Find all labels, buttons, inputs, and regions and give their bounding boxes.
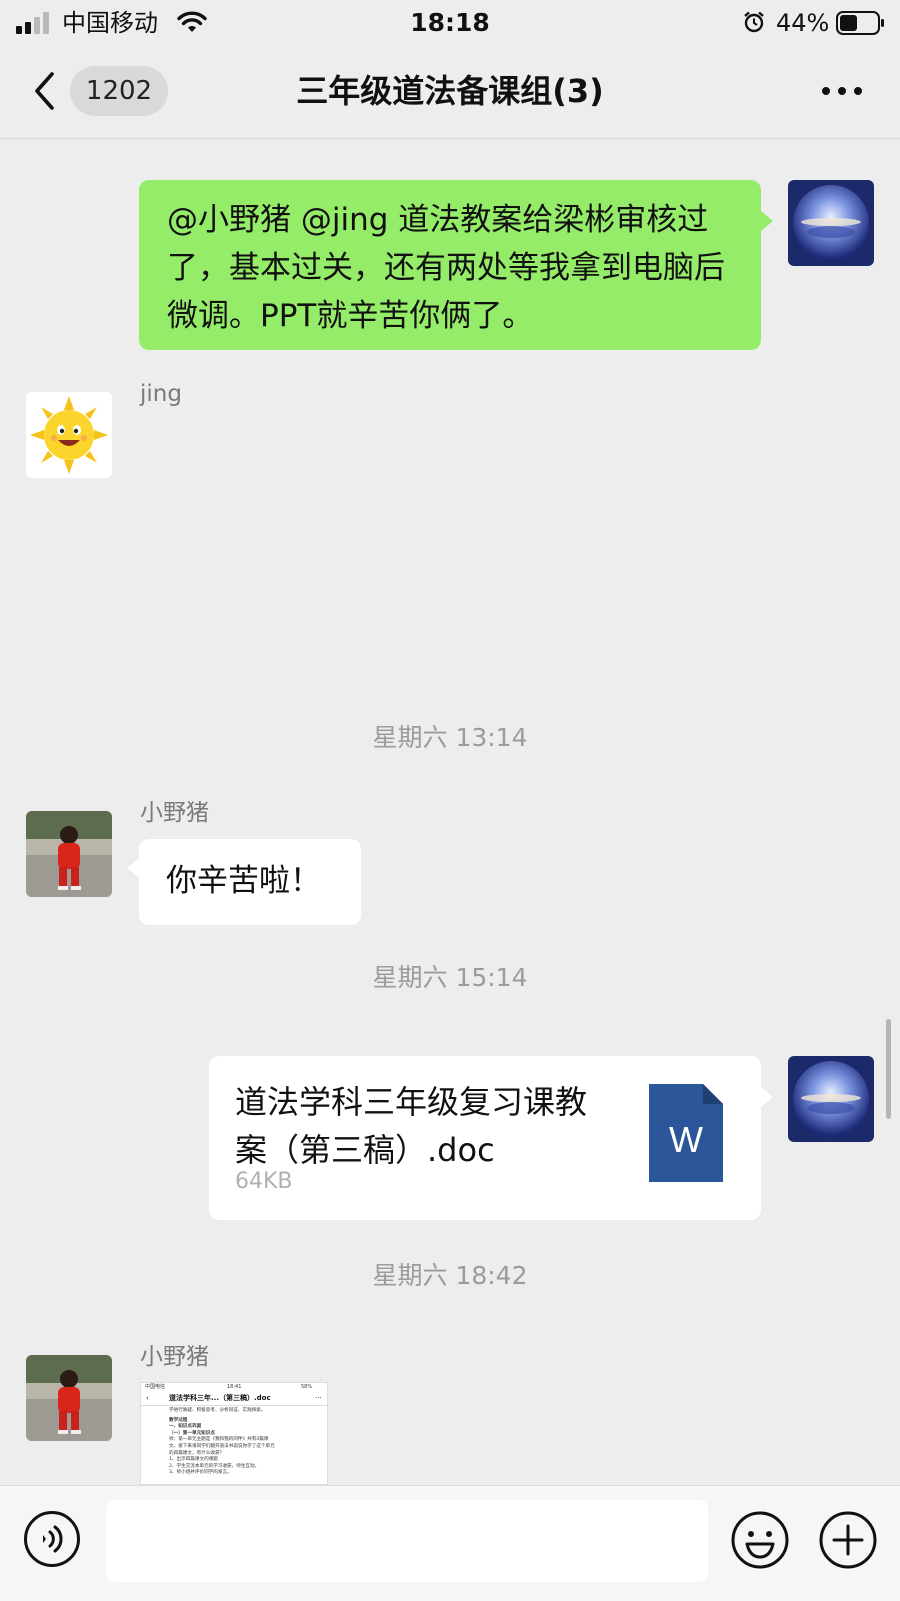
- message-bubble[interactable]: 你辛苦啦！: [139, 839, 361, 925]
- status-bar: 中国移动 18:18 44%: [0, 0, 900, 46]
- word-document-icon: W: [649, 1084, 723, 1182]
- chat-header: 1202 三年级道法备课组(3): [0, 46, 900, 139]
- more-dots-icon[interactable]: [818, 76, 866, 106]
- xiaoyezhu-avatar[interactable]: [26, 1355, 112, 1441]
- message-list[interactable]: @小野猪 @jing 道法教案给梁彬审核过了，基本过关，还有两处等我拿到电脑后微…: [0, 139, 900, 1485]
- bubble-tail: [761, 1087, 773, 1107]
- sender-name: 小野猪: [140, 1344, 209, 1370]
- child-photo: [26, 811, 112, 897]
- sender-name: 小野猪: [140, 800, 209, 826]
- battery-percent: 44%: [776, 9, 830, 37]
- thumb-line: 3、师小组并评价同学的发言。: [169, 1470, 232, 1476]
- my-avatar[interactable]: [788, 180, 874, 266]
- alarm-icon: [744, 11, 764, 33]
- thumb-line: 师：第一单元主题是《我和我的同伴》共有4篇课: [169, 1437, 269, 1443]
- thumb-line: 文。接下来请同学们翻开道法书说说你学了这个单元: [169, 1443, 275, 1449]
- thumb-line: 1、出示四篇课文的课题: [169, 1457, 218, 1463]
- timestamp: 星期六 15:14: [372, 963, 528, 992]
- avatar-image: [788, 180, 874, 266]
- thumb-body: 学进行质疑、积极思考、分析辩证、实践探索。 教学过程 一、知识点巩固 （一）第一…: [169, 1408, 325, 1477]
- thumb-title: 道法学科三年...（第三稿）.doc: [169, 1394, 271, 1402]
- thumb-time: 18:41: [227, 1384, 242, 1390]
- voice-icon[interactable]: [23, 1510, 81, 1568]
- child-photo: [26, 1355, 112, 1441]
- input-bar: [0, 1485, 900, 1601]
- thumb-back-icon: ‹: [146, 1394, 149, 1402]
- clock: 18:18: [410, 8, 490, 37]
- xiaoyezhu-avatar[interactable]: [26, 811, 112, 897]
- thumb-carrier: 中国电信: [145, 1384, 166, 1390]
- bubble-tail: [761, 211, 773, 231]
- image-message-thumbnail[interactable]: 中国电信 18:41 58% ‹ 道法学科三年...（第三稿）.doc ··· …: [140, 1382, 328, 1485]
- sender-name: jing: [140, 381, 182, 407]
- message-text: 你辛苦啦！: [166, 863, 321, 899]
- battery-icon: [836, 11, 884, 35]
- chat-title: 三年级道法备课组(3): [296, 72, 604, 110]
- message-bubble[interactable]: @小野猪 @jing 道法教案给梁彬审核过了，基本过关，还有两处等我拿到电脑后微…: [139, 180, 761, 350]
- jing-avatar[interactable]: [26, 392, 112, 478]
- thumb-more-icon: ···: [315, 1394, 322, 1402]
- emoji-icon[interactable]: [730, 1510, 790, 1570]
- thumb-status-bar: 中国电信 18:41 58%: [141, 1383, 327, 1392]
- file-size: 64KB: [235, 1169, 293, 1194]
- file-message[interactable]: 道法学科三年级复习课教案（第三稿）.doc 64KB W: [209, 1056, 761, 1220]
- timestamp: 星期六 13:14: [372, 723, 528, 752]
- my-avatar[interactable]: [788, 1056, 874, 1142]
- file-name: 道法学科三年级复习课教案（第三稿）.doc: [235, 1083, 588, 1169]
- thumb-line: 一、知识点巩固: [169, 1424, 202, 1430]
- avatar-image: [788, 1056, 874, 1142]
- timestamp: 星期六 18:42: [372, 1261, 528, 1290]
- thumb-line: 学进行质疑、积极思考、分析辩证、实践探索。: [169, 1408, 266, 1413]
- message-input[interactable]: [106, 1500, 708, 1582]
- bubble-tail: [127, 858, 139, 878]
- thumb-battery: 58%: [301, 1384, 313, 1390]
- plus-icon[interactable]: [818, 1510, 878, 1570]
- word-icon-letter: W: [669, 1119, 703, 1160]
- sun-face-icon: [26, 392, 112, 478]
- thumb-title-bar: ‹ 道法学科三年...（第三稿）.doc ···: [141, 1392, 327, 1406]
- scrollbar[interactable]: [886, 1019, 891, 1119]
- message-text: @小野猪 @jing 道法教案给梁彬审核过了，基本过关，还有两处等我拿到电脑后微…: [167, 202, 725, 334]
